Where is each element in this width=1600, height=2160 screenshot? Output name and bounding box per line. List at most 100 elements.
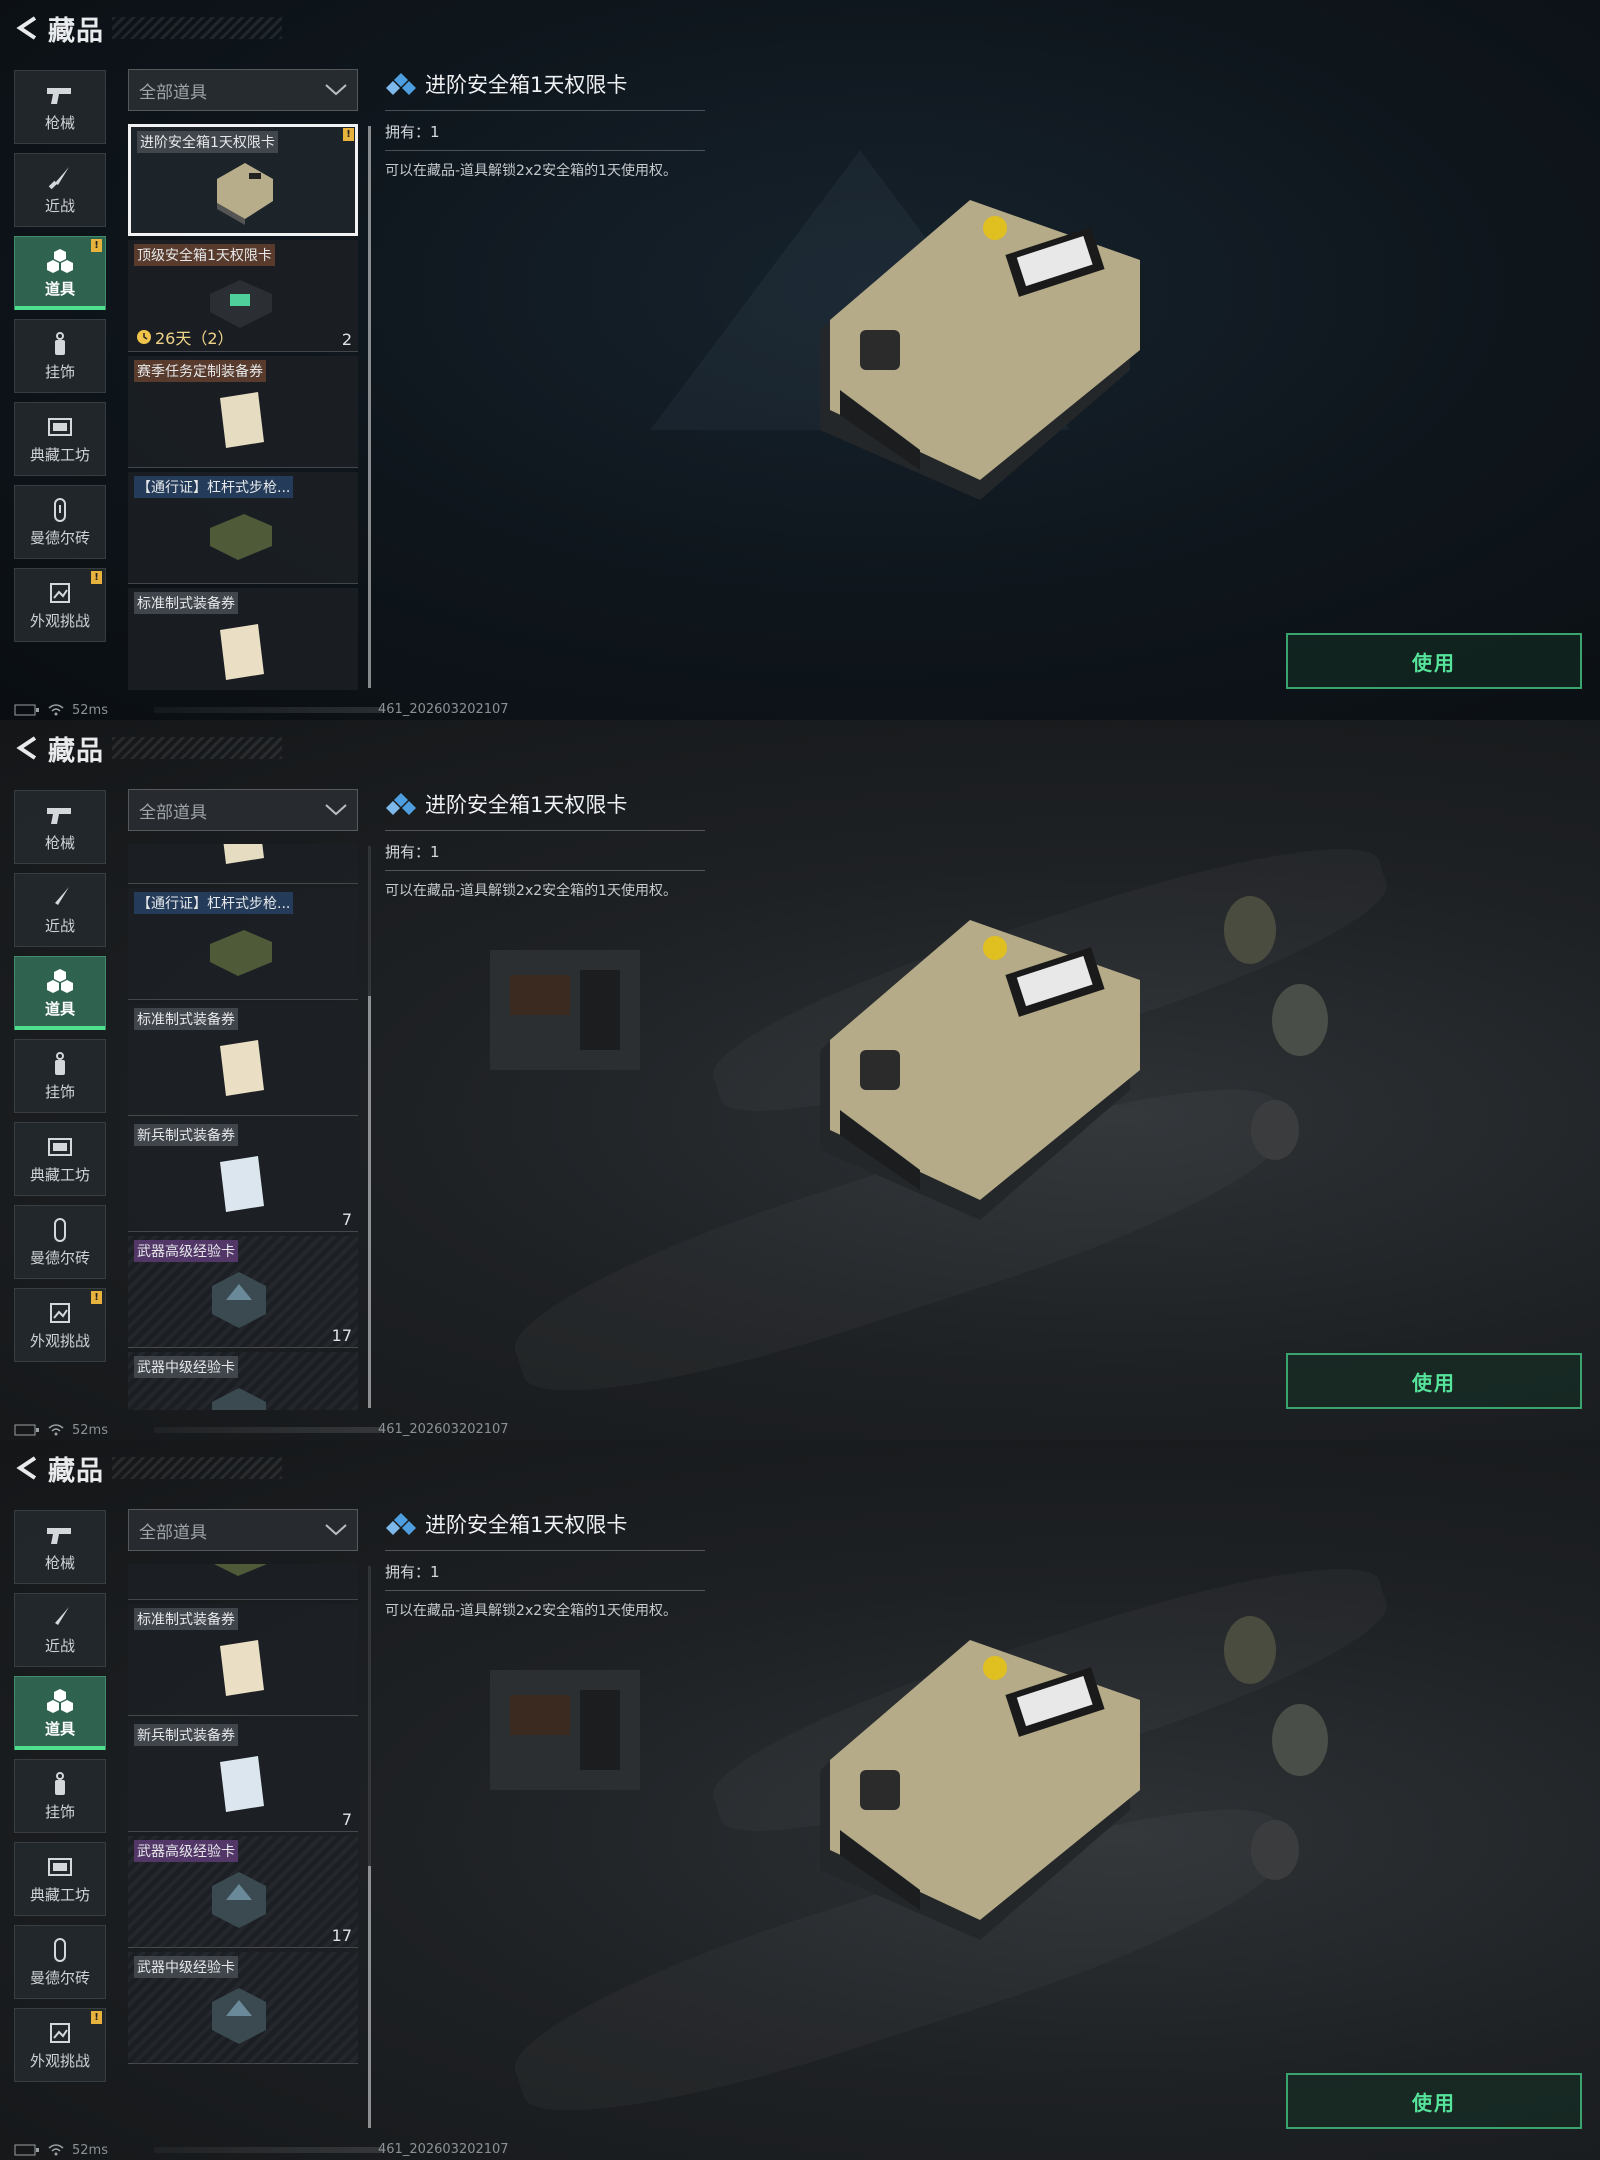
- list-item[interactable]: 武器高级经验卡 17: [128, 1236, 358, 1348]
- list-item[interactable]: 标准制式装备券: [128, 588, 358, 690]
- safe-box-preview: [820, 1640, 1140, 1940]
- scroll-thumb[interactable]: [368, 126, 371, 688]
- list-item[interactable]: 【通行证】杠杆式步枪...: [128, 472, 358, 584]
- item-filter-dropdown[interactable]: 全部道具: [128, 789, 358, 831]
- nav-item-items[interactable]: 道具: [14, 956, 106, 1030]
- nav-item-charms[interactable]: 挂饰: [14, 1039, 106, 1113]
- list-item[interactable]: 武器中级经验卡: [128, 1952, 358, 2064]
- list-item[interactable]: 【通行证】杠杆式步枪...: [128, 888, 358, 1000]
- item-description: 可以在藏品-道具解锁2x2安全箱的1天使用权。: [385, 163, 678, 179]
- battery-icon: [14, 1424, 39, 1436]
- back-arrow-icon[interactable]: [14, 14, 40, 42]
- list-item[interactable]: 标准制式装备券: [128, 1604, 358, 1716]
- safe-box-preview: [820, 200, 1140, 500]
- side-nav: 枪械 近战 道具 挂饰 典藏工坊 曼德尔砖 ! 外观挑战: [14, 790, 106, 1371]
- divider: [385, 150, 705, 151]
- item-count: 2: [341, 330, 352, 349]
- item-detail: 进阶安全箱1天权限卡 拥有：1 可以在藏品-道具解锁2x2安全箱的1天使用权。: [385, 788, 705, 902]
- list-item[interactable]: 标准制式装备券: [128, 1004, 358, 1116]
- page-title: 藏品: [48, 1455, 104, 1487]
- nav-item-items[interactable]: 道具: [14, 1676, 106, 1750]
- voucher-paper-icon: [220, 1040, 264, 1096]
- use-button[interactable]: 使用: [1286, 1353, 1582, 1409]
- item-list[interactable]: 【通行证】杠杆式步枪... 标准制式装备券 新兵制式装备券 7 武器高级经验卡 …: [128, 844, 360, 1410]
- item-name: 进阶安全箱1天权限卡: [137, 131, 278, 153]
- owned-count: 拥有：1: [385, 1563, 440, 1581]
- status-decoration: [154, 1427, 384, 1433]
- nav-item-workshop[interactable]: 典藏工坊: [14, 402, 106, 476]
- nav-item-appearance[interactable]: ! 外观挑战: [14, 1288, 106, 1362]
- exp-card-icon: [212, 1988, 266, 2044]
- voucher-paper-icon: [220, 392, 264, 448]
- side-nav: 枪械 近战 ! 道具 挂饰 典藏工坊 曼德尔砖 ! 外观挑战: [14, 70, 106, 651]
- nav-badge: !: [91, 2011, 102, 2024]
- list-item[interactable]: [128, 1564, 358, 1600]
- workshop-icon: [45, 1134, 75, 1160]
- nav-label: 枪械: [44, 113, 75, 132]
- use-button[interactable]: 使用: [1286, 2073, 1582, 2129]
- nav-item-workshop[interactable]: 典藏工坊: [14, 1842, 106, 1916]
- rarity-diamond-icon: [386, 793, 416, 815]
- scroll-thumb[interactable]: [368, 996, 371, 1408]
- owned-count: 拥有：1: [385, 843, 440, 861]
- title-decoration: [112, 1457, 282, 1479]
- list-item[interactable]: 赛季任务定制装备券: [128, 356, 358, 468]
- list-scrollbar[interactable]: [368, 846, 371, 1408]
- brick-icon: [45, 1937, 75, 1963]
- item-count: 17: [331, 1326, 352, 1345]
- item-name: 顶级安全箱1天权限卡: [134, 244, 275, 266]
- list-item[interactable]: 顶级安全箱1天权限卡 26天（2） 2: [128, 240, 358, 352]
- list-item[interactable]: 新兵制式装备券 7: [128, 1720, 358, 1832]
- nav-label: 道具: [44, 999, 75, 1018]
- list-item[interactable]: [128, 844, 358, 884]
- gun-icon: [45, 802, 75, 828]
- nav-item-bricks[interactable]: 曼德尔砖: [14, 1205, 106, 1279]
- collection-screen-1: 藏品 枪械 近战 ! 道具 挂饰 典藏工坊 曼德尔砖 ! 外观挑战 全部道具 进阶安…: [0, 0, 1600, 720]
- nav-item-guns[interactable]: 枪械: [14, 790, 106, 864]
- list-scrollbar[interactable]: [368, 126, 371, 688]
- nav-item-items[interactable]: ! 道具: [14, 236, 106, 310]
- item-name: 武器高级经验卡: [134, 1240, 238, 1262]
- page-title: 藏品: [48, 735, 104, 767]
- nav-item-melee[interactable]: 近战: [14, 1593, 106, 1667]
- item-filter-dropdown[interactable]: 全部道具: [128, 1509, 358, 1551]
- item-name: 新兵制式装备券: [134, 1724, 238, 1746]
- nav-item-melee[interactable]: 近战: [14, 153, 106, 227]
- use-button[interactable]: 使用: [1286, 633, 1582, 689]
- nav-item-bricks[interactable]: 曼德尔砖: [14, 1925, 106, 1999]
- back-arrow-icon[interactable]: [14, 734, 40, 762]
- gun-icon: [45, 82, 75, 108]
- nav-item-melee[interactable]: 近战: [14, 873, 106, 947]
- nav-item-charms[interactable]: 挂饰: [14, 319, 106, 393]
- status-bar: 52ms 461_202603202107: [14, 1422, 509, 1438]
- battery-icon: [14, 704, 39, 716]
- nav-item-bricks[interactable]: 曼德尔砖: [14, 485, 106, 559]
- nav-item-guns[interactable]: 枪械: [14, 70, 106, 144]
- back-arrow-icon[interactable]: [14, 1454, 40, 1482]
- nav-label: 枪械: [44, 833, 75, 852]
- list-item[interactable]: 武器高级经验卡 17: [128, 1836, 358, 1948]
- list-item[interactable]: 武器中级经验卡: [128, 1352, 358, 1410]
- charm-icon: [45, 1051, 75, 1077]
- item-list[interactable]: 标准制式装备券 新兵制式装备券 7 武器高级经验卡 17 武器中级经验卡: [128, 1564, 360, 2130]
- voucher-paper-icon: [220, 1156, 264, 1212]
- list-scrollbar[interactable]: [368, 1566, 371, 2128]
- list-item[interactable]: 进阶安全箱1天权限卡 !: [128, 124, 358, 236]
- nav-item-appearance[interactable]: ! 外观挑战: [14, 2008, 106, 2082]
- item-count: 7: [341, 1210, 352, 1229]
- scroll-thumb[interactable]: [368, 1866, 371, 2128]
- item-new-badge: !: [343, 128, 354, 141]
- nav-label: 近战: [44, 1636, 75, 1655]
- item-name: 标准制式装备券: [134, 1008, 238, 1030]
- nav-label: 典藏工坊: [29, 1885, 90, 1904]
- nav-label: 典藏工坊: [29, 1165, 90, 1184]
- list-item[interactable]: 新兵制式装备券 7: [128, 1120, 358, 1232]
- nav-item-appearance[interactable]: ! 外观挑战: [14, 568, 106, 642]
- item-filter-dropdown[interactable]: 全部道具: [128, 69, 358, 111]
- nav-item-charms[interactable]: 挂饰: [14, 1759, 106, 1833]
- nav-item-workshop[interactable]: 典藏工坊: [14, 1122, 106, 1196]
- radio-device-prop: [490, 950, 640, 1070]
- item-list[interactable]: 进阶安全箱1天权限卡 ! 顶级安全箱1天权限卡 26天（2） 2 赛季任务定制装…: [128, 124, 360, 690]
- filter-label: 全部道具: [139, 82, 207, 103]
- nav-item-guns[interactable]: 枪械: [14, 1510, 106, 1584]
